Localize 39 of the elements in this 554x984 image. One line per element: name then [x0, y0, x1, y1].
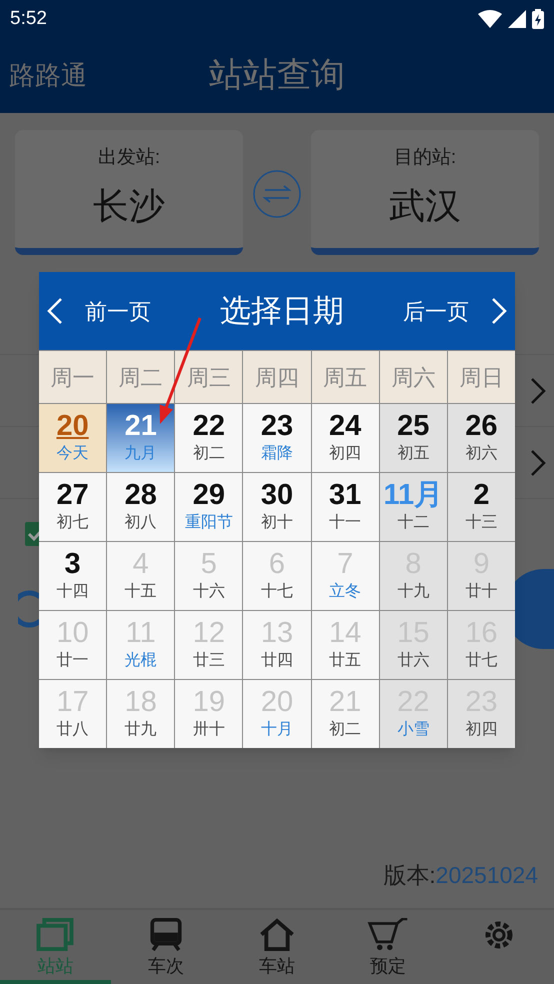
calendar-day[interactable]: 26 初六: [448, 404, 515, 472]
weekday-header: 周六: [380, 351, 447, 403]
calendar-day[interactable]: 31 十一: [312, 473, 379, 541]
dialog-title: 选择日期: [220, 292, 344, 330]
calendar-day[interactable]: 30 初十: [243, 473, 311, 541]
calendar-day[interactable]: 25 初五: [380, 404, 447, 472]
calendar-day[interactable]: 28 初八: [107, 473, 174, 541]
wifi-icon: [478, 10, 502, 28]
chevron-right-icon: [530, 376, 546, 404]
weekday-header: 周日: [448, 351, 515, 403]
stacked-cards-icon: [36, 918, 74, 951]
chevron-right-icon: [491, 297, 507, 325]
chevron-left-icon: [47, 297, 63, 325]
weekday-header: 周五: [312, 351, 379, 403]
weekday-header: 周二: [107, 351, 174, 403]
previous-page-button[interactable]: 前一页: [47, 294, 151, 328]
weekday-header: 周三: [175, 351, 242, 403]
app-name: 路路通: [9, 59, 87, 92]
weekday-header: 周四: [243, 351, 311, 403]
calendar-day[interactable]: 24 初四: [312, 404, 379, 472]
weekday-header: 周一: [39, 351, 106, 403]
chevron-right-icon: [530, 448, 546, 476]
battery-icon: [532, 9, 544, 29]
calendar-day[interactable]: 22 初二: [175, 404, 242, 472]
calendar-day[interactable]: 20 今天: [39, 404, 106, 472]
cart-icon: [366, 918, 410, 951]
calendar-day[interactable]: 2 十三: [448, 473, 515, 541]
version-text: 版本:20251024: [383, 860, 538, 890]
status-time: 5:52: [10, 6, 47, 31]
page-title: 站站查询: [209, 55, 345, 96]
next-page-button[interactable]: 后一页: [403, 294, 507, 328]
calendar-day[interactable]: 3 十四: [39, 542, 106, 610]
train-icon: [149, 918, 184, 951]
calendar-day[interactable]: 29 重阳节: [175, 473, 242, 541]
calendar-day[interactable]: 27 初七: [39, 473, 106, 541]
calendar-day[interactable]: 11月 十二: [380, 473, 447, 541]
house-icon: [258, 918, 296, 951]
signal-icon: [508, 10, 526, 28]
calendar-day[interactable]: 23 霜降: [243, 404, 311, 472]
